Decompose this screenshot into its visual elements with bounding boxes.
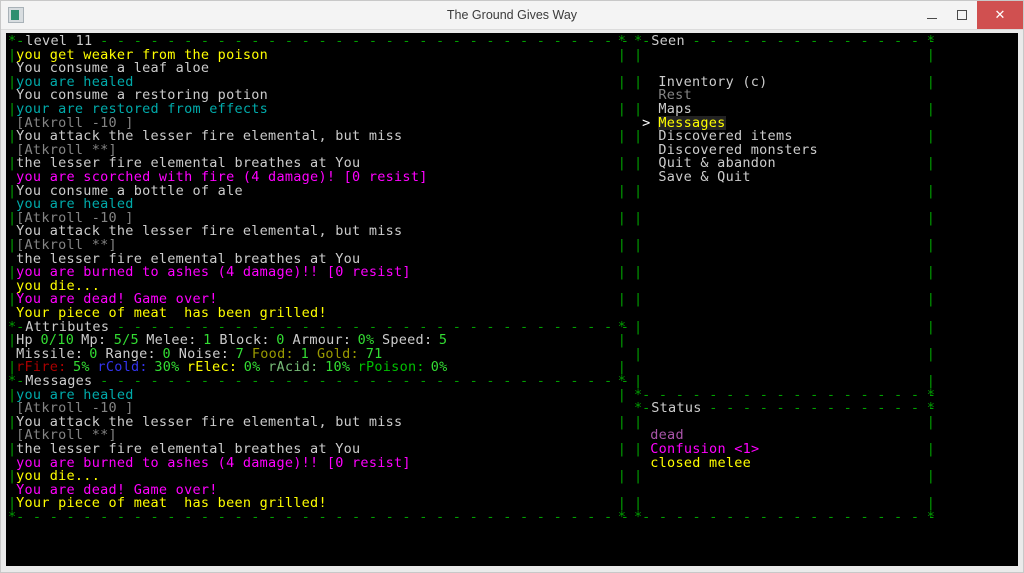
log-line: the lesser fire elemental breathes at Yo… [16, 441, 361, 457]
terminal-viewport: * - - - - - - - - - - - - - - - - - - - -… [1, 30, 1023, 572]
border-vertical: | [926, 73, 936, 90]
border-horizontal: - - - - - - - - - - - - - - - - - - [642, 509, 937, 525]
minimize-button[interactable] [917, 1, 947, 29]
title-bar: The Ground Gives Way ✕ [1, 1, 1023, 30]
border-vertical: | [617, 128, 627, 145]
menu-cursor-icon: > [642, 114, 651, 131]
log-line: [Atkroll **] [16, 237, 117, 253]
menu-item[interactable]: Maps [658, 102, 692, 116]
border-vertical: | [926, 128, 936, 145]
border-vertical: | [634, 237, 643, 253]
border-vertical: | [634, 468, 643, 485]
border-vertical: | [617, 264, 627, 281]
border-horizontal: - - - - - - - - - - - - - - - - - - - - … [16, 33, 638, 49]
border-vertical: | [617, 468, 627, 485]
border-vertical: | [634, 101, 643, 117]
maximize-button[interactable] [947, 1, 977, 29]
border-vertical: | [617, 386, 627, 403]
border-vertical: | [926, 468, 936, 485]
application-window: The Ground Gives Way ✕ * - - - - - - - - … [0, 0, 1024, 573]
border-vertical: | [926, 291, 936, 308]
border-vertical: | [634, 413, 643, 430]
border-vertical: | [926, 237, 936, 253]
border-corner: * [617, 509, 627, 525]
panel-title-messages: Messages [24, 373, 94, 389]
border-vertical: | [926, 155, 936, 172]
border-vertical: | [634, 46, 643, 63]
border-vertical: | [926, 209, 936, 226]
border-vertical: | [617, 155, 627, 172]
border-vertical: | [617, 413, 627, 430]
border-vertical: | [634, 441, 643, 457]
border-vertical: | [634, 73, 643, 90]
border-vertical: | [634, 128, 643, 145]
maximize-icon [957, 10, 967, 20]
log-line: Your piece of meat has been grilled! [16, 305, 327, 321]
border-vertical: | [926, 182, 936, 199]
border-vertical: | [617, 332, 627, 349]
border-vertical: | [617, 101, 627, 117]
border-vertical: | [926, 373, 936, 389]
border-vertical: | [617, 291, 627, 308]
log-line: you are scorched with fire (4 damage)! [… [16, 169, 428, 185]
minimize-icon [927, 17, 937, 19]
attribute-label: Speed: [381, 332, 433, 349]
border-vertical: | [634, 155, 643, 172]
panel-title-seen: Seen [650, 33, 686, 49]
border-vertical: | [926, 318, 936, 335]
border-vertical: | [926, 345, 936, 362]
border-vertical: | [926, 441, 936, 457]
game-terminal[interactable]: * - - - - - - - - - - - - - - - - - - - -… [6, 33, 1018, 566]
border-vertical: | [617, 441, 627, 457]
border-vertical: | [617, 209, 627, 226]
panel-title-level: level 11 [24, 33, 94, 49]
border-vertical: | [617, 237, 627, 253]
log-line: your are restored from effects [16, 101, 269, 117]
border-vertical: | [634, 264, 643, 281]
border-vertical: | [926, 101, 936, 117]
border-vertical: | [926, 264, 936, 281]
border-vertical: | [926, 413, 936, 430]
border-vertical: | [634, 318, 643, 335]
border-vertical: | [634, 291, 643, 308]
attribute-value: 5 [438, 332, 448, 349]
status-effect: Confusion <1> [650, 441, 760, 457]
border-corner: * [617, 373, 627, 389]
border-vertical: | [617, 182, 627, 199]
border-corner: * [926, 33, 936, 49]
border-vertical: | [634, 373, 643, 389]
status-effect: closed melee [650, 454, 752, 471]
border-corner: * [926, 509, 936, 525]
border-vertical: | [926, 46, 936, 63]
panel-title-status: Status [650, 400, 703, 417]
border-horizontal: - - - - - - - - - - - - - - - - - - [642, 33, 937, 49]
border-vertical: | [634, 182, 643, 199]
border-vertical: | [634, 209, 643, 226]
menu-item[interactable]: Save & Quit [658, 170, 750, 184]
border-vertical: | [617, 73, 627, 90]
border-corner: * [617, 33, 627, 49]
border-vertical: | [617, 46, 627, 63]
window-controls: ✕ [917, 1, 1023, 29]
border-horizontal: - - - - - - - - - - - - - - - - - - - - … [16, 373, 638, 389]
app-icon [8, 7, 24, 23]
border-vertical: | [634, 345, 643, 362]
window-title: The Ground Gives Way [446, 8, 578, 22]
border-horizontal: - - - - - - - - - - - - - - - - - - - - … [16, 509, 638, 525]
close-button[interactable]: ✕ [977, 1, 1023, 29]
